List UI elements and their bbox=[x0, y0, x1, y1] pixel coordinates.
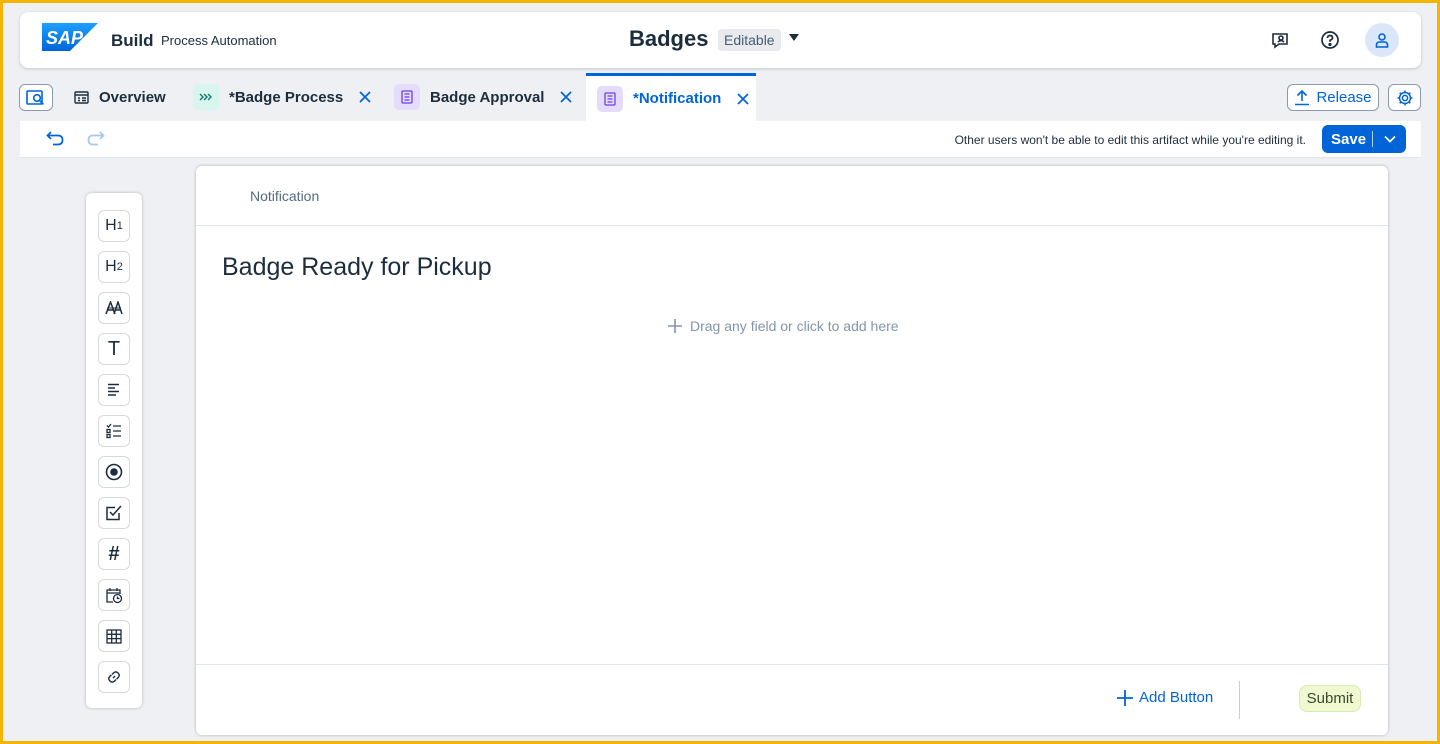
tab-label: Overview bbox=[99, 88, 166, 106]
page-title: Badges bbox=[629, 26, 709, 51]
tab-label: *Badge Process bbox=[229, 88, 344, 106]
form-icon bbox=[597, 85, 623, 112]
editor-toolbar: Other users won't be able to edit this a… bbox=[20, 121, 1421, 158]
overview-icon bbox=[73, 84, 89, 110]
brand-name: Build bbox=[111, 31, 154, 50]
release-button[interactable]: Release bbox=[1287, 84, 1379, 111]
tab-overview[interactable]: Overview bbox=[73, 73, 166, 121]
table-icon[interactable] bbox=[98, 620, 130, 652]
radio-icon[interactable] bbox=[98, 456, 130, 488]
close-icon[interactable] bbox=[560, 91, 573, 103]
canvas-header-label: Notification bbox=[250, 188, 320, 204]
tab-label: Badge Approval bbox=[430, 88, 545, 106]
close-icon[interactable] bbox=[737, 92, 749, 105]
footer-divider bbox=[1239, 681, 1240, 719]
text-style-icon[interactable] bbox=[98, 292, 130, 324]
redo-icon[interactable] bbox=[87, 130, 105, 151]
upload-icon bbox=[1295, 89, 1310, 106]
save-button[interactable]: Save bbox=[1322, 125, 1406, 153]
chevron-down-icon[interactable] bbox=[1373, 135, 1406, 143]
product-name: Process Automation bbox=[161, 33, 277, 48]
plus-icon bbox=[1117, 689, 1133, 706]
plus-icon bbox=[668, 319, 682, 333]
heading-1-icon[interactable]: H1 bbox=[98, 210, 130, 242]
drop-zone-label: Drag any field or click to add here bbox=[690, 318, 899, 334]
drop-zone[interactable]: Drag any field or click to add here bbox=[668, 318, 899, 334]
app-frame: SAP Build Process Automation Badges Edit… bbox=[3, 3, 1437, 741]
number-icon[interactable]: # bbox=[98, 538, 130, 570]
form-icon bbox=[394, 84, 420, 110]
checklist-icon[interactable] bbox=[98, 415, 130, 447]
feedback-icon[interactable] bbox=[1268, 28, 1292, 52]
tab-notification[interactable]: *Notification bbox=[586, 73, 756, 121]
form-title[interactable]: Badge Ready for Pickup bbox=[222, 253, 492, 282]
field-palette: H1 H2 T # bbox=[86, 193, 142, 708]
process-icon bbox=[193, 84, 219, 110]
heading-2-icon[interactable]: H2 bbox=[98, 251, 130, 283]
submit-button[interactable]: Submit bbox=[1299, 685, 1361, 712]
shell-header: SAP Build Process Automation Badges Edit… bbox=[20, 12, 1421, 68]
canvas-footer: Add Button Submit bbox=[196, 664, 1388, 735]
add-button-link[interactable]: Add Button bbox=[1117, 689, 1213, 706]
tab-label: *Notification bbox=[633, 90, 722, 107]
save-label: Save bbox=[1331, 130, 1367, 148]
checkbox-icon[interactable] bbox=[98, 497, 130, 529]
form-canvas: Notification Badge Ready for Pickup Drag… bbox=[196, 166, 1388, 735]
title-dropdown-icon[interactable] bbox=[789, 34, 799, 41]
gear-icon bbox=[1397, 90, 1412, 105]
undo-icon[interactable] bbox=[46, 130, 64, 151]
svg-text:SAP: SAP bbox=[46, 28, 84, 48]
text-field-icon[interactable]: T bbox=[98, 333, 130, 365]
artifact-search-button[interactable] bbox=[19, 84, 53, 111]
link-icon[interactable] bbox=[98, 661, 130, 693]
artifact-tabbar: Overview *Badge Process Badge Approval *… bbox=[3, 73, 1437, 121]
tab-badge-process[interactable]: *Badge Process bbox=[193, 73, 371, 121]
date-time-icon[interactable] bbox=[98, 579, 130, 611]
help-icon[interactable] bbox=[1318, 28, 1342, 52]
canvas-header: Notification bbox=[196, 166, 1388, 226]
user-avatar-icon[interactable] bbox=[1365, 23, 1399, 57]
edit-lock-message: Other users won't be able to edit this a… bbox=[954, 133, 1306, 147]
settings-button[interactable] bbox=[1388, 84, 1421, 111]
sap-logo: SAP bbox=[42, 23, 98, 51]
close-icon[interactable] bbox=[359, 91, 371, 103]
status-badge: Editable bbox=[718, 29, 781, 51]
search-icon bbox=[26, 89, 44, 105]
paragraph-icon[interactable] bbox=[98, 374, 130, 406]
tab-badge-approval[interactable]: Badge Approval bbox=[394, 73, 573, 121]
